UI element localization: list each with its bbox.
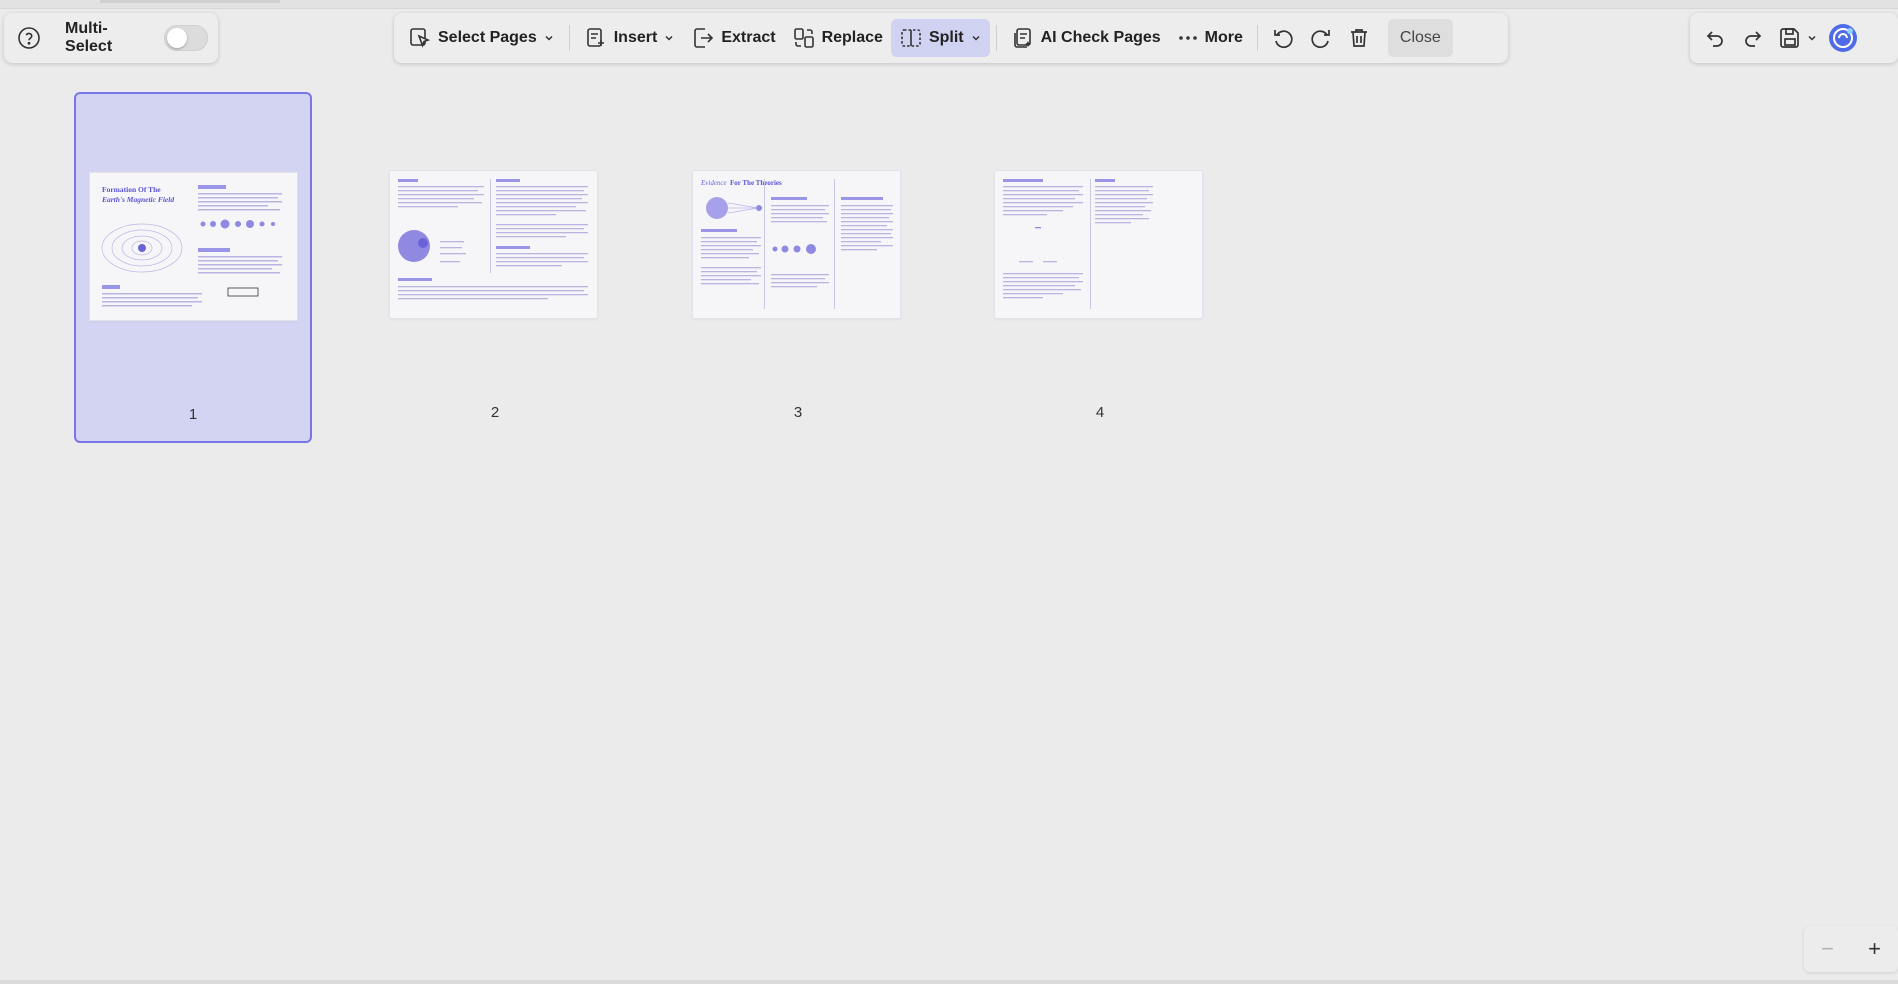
insert-button[interactable]: Insert (576, 19, 684, 57)
toolbar-divider (1256, 25, 1258, 51)
chevron-down-icon (972, 35, 980, 41)
page-preview: Evidence For The Theories (693, 171, 900, 318)
tab-stub (100, 0, 280, 3)
zoom-out-button[interactable]: − (1812, 933, 1844, 965)
split-button[interactable]: Split (890, 19, 990, 57)
ai-check-pages-label: AI Check Pages (1040, 29, 1161, 46)
chevron-down-icon (665, 35, 673, 41)
more-label: More (1204, 29, 1243, 46)
chevron-down-icon (1808, 35, 1816, 41)
page-thumbnail-1[interactable]: Formation Of The Earth's Magnetic Field … (74, 92, 312, 443)
zoom-in-button[interactable]: + (1859, 933, 1891, 965)
page-preview (390, 171, 597, 318)
extract-label: Extract (721, 29, 776, 46)
extract-button[interactable]: Extract (683, 19, 783, 57)
toolbar-divider (568, 25, 570, 51)
rotate-right-button[interactable] (1302, 19, 1340, 57)
multi-select-label: Multi-Select (65, 20, 113, 55)
window-top-strip (0, 0, 1898, 9)
insert-label: Insert (613, 29, 658, 46)
redo-icon (1745, 31, 1762, 47)
help-icon[interactable] (14, 22, 43, 54)
replace-icon (793, 28, 814, 48)
more-button[interactable]: More (1169, 19, 1251, 57)
page-toolbar: Select Pages Insert Extract Replace Spli… (394, 13, 1508, 63)
replace-label: Replace (821, 29, 883, 46)
ai-assistant-icon (1829, 24, 1857, 52)
zoom-controls: − + (1804, 926, 1898, 972)
rotate-left-icon (1274, 30, 1293, 49)
toolbar-divider (995, 25, 997, 51)
close-button[interactable]: Close (1387, 19, 1453, 57)
page-preview (995, 171, 1202, 318)
select-pages-label: Select Pages (438, 29, 537, 46)
page-1-heading-1: Formation Of The (102, 185, 161, 194)
ai-check-icon (1013, 28, 1031, 48)
page-number-3: 3 (793, 404, 803, 421)
delete-button[interactable] (1340, 19, 1378, 57)
toggle-knob (167, 28, 188, 48)
page-number-2: 2 (490, 404, 500, 421)
undo-button[interactable] (1696, 19, 1734, 57)
ai-check-pages-button[interactable]: AI Check Pages (1003, 19, 1169, 57)
page-thumbnail-4[interactable]: 4 (981, 92, 1219, 443)
multi-select-toggle[interactable] (164, 25, 208, 51)
extract-icon (694, 28, 714, 48)
document-actions-panel (1690, 13, 1898, 63)
chevron-down-icon (545, 35, 553, 41)
page-preview: Formation Of The Earth's Magnetic Field (90, 173, 297, 320)
save-button[interactable] (1772, 19, 1824, 57)
trash-icon (1350, 29, 1367, 47)
more-dots-icon (1178, 36, 1197, 40)
rotate-right-icon (1311, 30, 1330, 49)
insert-page-icon (586, 28, 604, 47)
page-number-1: 1 (188, 406, 198, 423)
cursor-select-icon (410, 28, 431, 48)
page-thumbnail-2[interactable]: 2 (376, 92, 614, 443)
window-bottom-strip (0, 980, 1898, 984)
save-icon (1780, 28, 1799, 48)
split-icon (901, 29, 921, 47)
ai-assistant-button[interactable] (1824, 19, 1862, 57)
page-number-4: 4 (1095, 404, 1105, 421)
rotate-left-button[interactable] (1264, 19, 1302, 57)
multi-select-panel: Multi-Select (4, 13, 218, 63)
page-thumbnail-3[interactable]: Evidence For The Theories 3 (679, 92, 917, 443)
select-pages-button[interactable]: Select Pages (400, 19, 563, 57)
redo-button[interactable] (1734, 19, 1772, 57)
page-1-heading-2: Earth's Magnetic Field (101, 195, 174, 204)
page-3-heading-b: For The Theories (730, 179, 782, 187)
replace-button[interactable]: Replace (784, 19, 891, 57)
split-label: Split (928, 29, 964, 46)
undo-icon (1706, 31, 1723, 47)
page-3-heading-a: Evidence (700, 179, 727, 187)
